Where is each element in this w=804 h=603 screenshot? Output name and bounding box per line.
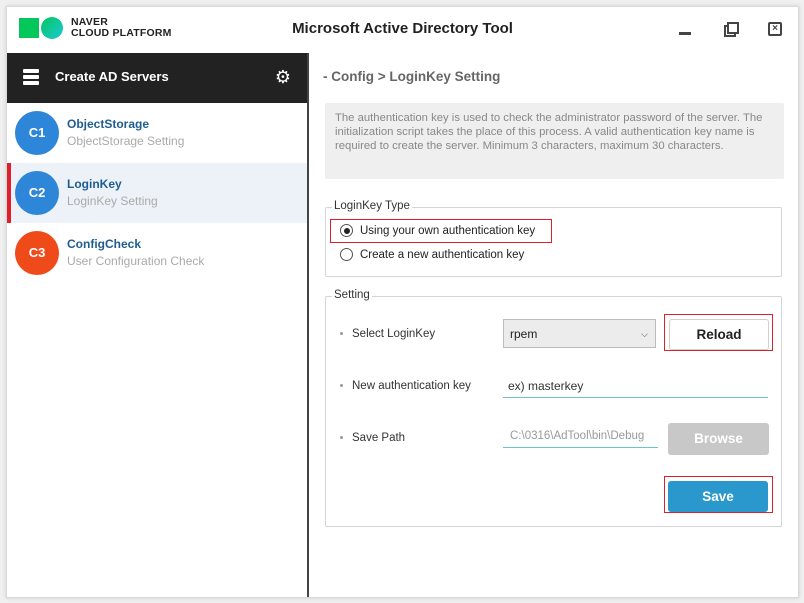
info-box: The authentication key is used to check … xyxy=(325,103,784,179)
step-badge: C3 xyxy=(15,231,59,275)
select-value: rpem xyxy=(510,327,538,341)
setting-group: Setting Select LoginKey rpem ⌵ Reload Ne… xyxy=(325,289,782,527)
title-bar: NAVER CLOUD PLATFORM Microsoft Active Di… xyxy=(7,7,798,53)
main-panel: - Config > LoginKey Setting The authenti… xyxy=(309,53,798,597)
step-badge: C1 xyxy=(15,111,59,155)
step-subtitle: LoginKey Setting xyxy=(67,194,158,208)
new-key-input[interactable]: ex) masterkey xyxy=(503,374,768,398)
app-window: NAVER CLOUD PLATFORM Microsoft Active Di… xyxy=(6,6,799,598)
sidebar-step-configcheck[interactable]: C3 ConfigCheck User Configuration Check xyxy=(7,223,307,283)
reload-button[interactable]: Reload xyxy=(669,319,769,350)
close-icon[interactable]: × xyxy=(767,21,783,37)
step-badge: C2 xyxy=(15,171,59,215)
sidebar-step-loginkey[interactable]: C2 LoginKey LoginKey Setting xyxy=(7,163,307,223)
step-subtitle: ObjectStorage Setting xyxy=(67,134,185,148)
radio-unselected-icon[interactable] xyxy=(340,248,353,261)
save-path-field: C:\0316\AdTool\bin\Debug xyxy=(503,424,658,448)
step-title: ConfigCheck xyxy=(67,237,142,251)
step-subtitle: User Configuration Check xyxy=(67,254,205,268)
new-key-label: New authentication key xyxy=(340,380,471,392)
step-title: LoginKey xyxy=(67,177,122,191)
group-legend: LoginKey Type xyxy=(332,200,412,212)
gear-icon[interactable]: ⚙ xyxy=(273,67,293,87)
loginkey-type-group: LoginKey Type Using your own authenticat… xyxy=(325,200,782,277)
radio-label: Create a new authentication key xyxy=(360,248,525,261)
radio-label: Using your own authentication key xyxy=(360,224,536,237)
chevron-down-icon: ⌵ xyxy=(641,329,648,339)
sidebar-header-label: Create AD Servers xyxy=(55,69,169,84)
select-loginkey-label: Select LoginKey xyxy=(340,328,435,340)
step-title: ObjectStorage xyxy=(67,117,150,131)
restore-icon[interactable] xyxy=(723,21,739,37)
browse-button[interactable]: Browse xyxy=(668,423,769,455)
save-button[interactable]: Save xyxy=(668,481,768,512)
sidebar-step-objectstorage[interactable]: C1 ObjectStorage ObjectStorage Setting xyxy=(7,103,307,163)
radio-selected-icon[interactable] xyxy=(340,224,353,237)
breadcrumb: - Config > LoginKey Setting xyxy=(323,69,501,84)
sidebar-header: Create AD Servers ⚙ xyxy=(7,53,307,103)
radio-new-key[interactable]: Create a new authentication key xyxy=(340,248,524,261)
servers-icon xyxy=(23,69,39,85)
info-text: The authentication key is used to check … xyxy=(335,112,763,152)
sidebar: Create AD Servers ⚙ C1 ObjectStorage Obj… xyxy=(7,53,309,597)
loginkey-select[interactable]: rpem ⌵ xyxy=(503,319,656,348)
minimize-icon[interactable] xyxy=(677,21,693,37)
save-path-label: Save Path xyxy=(340,432,405,444)
radio-own-key[interactable]: Using your own authentication key xyxy=(340,224,535,237)
group-legend: Setting xyxy=(332,289,372,301)
